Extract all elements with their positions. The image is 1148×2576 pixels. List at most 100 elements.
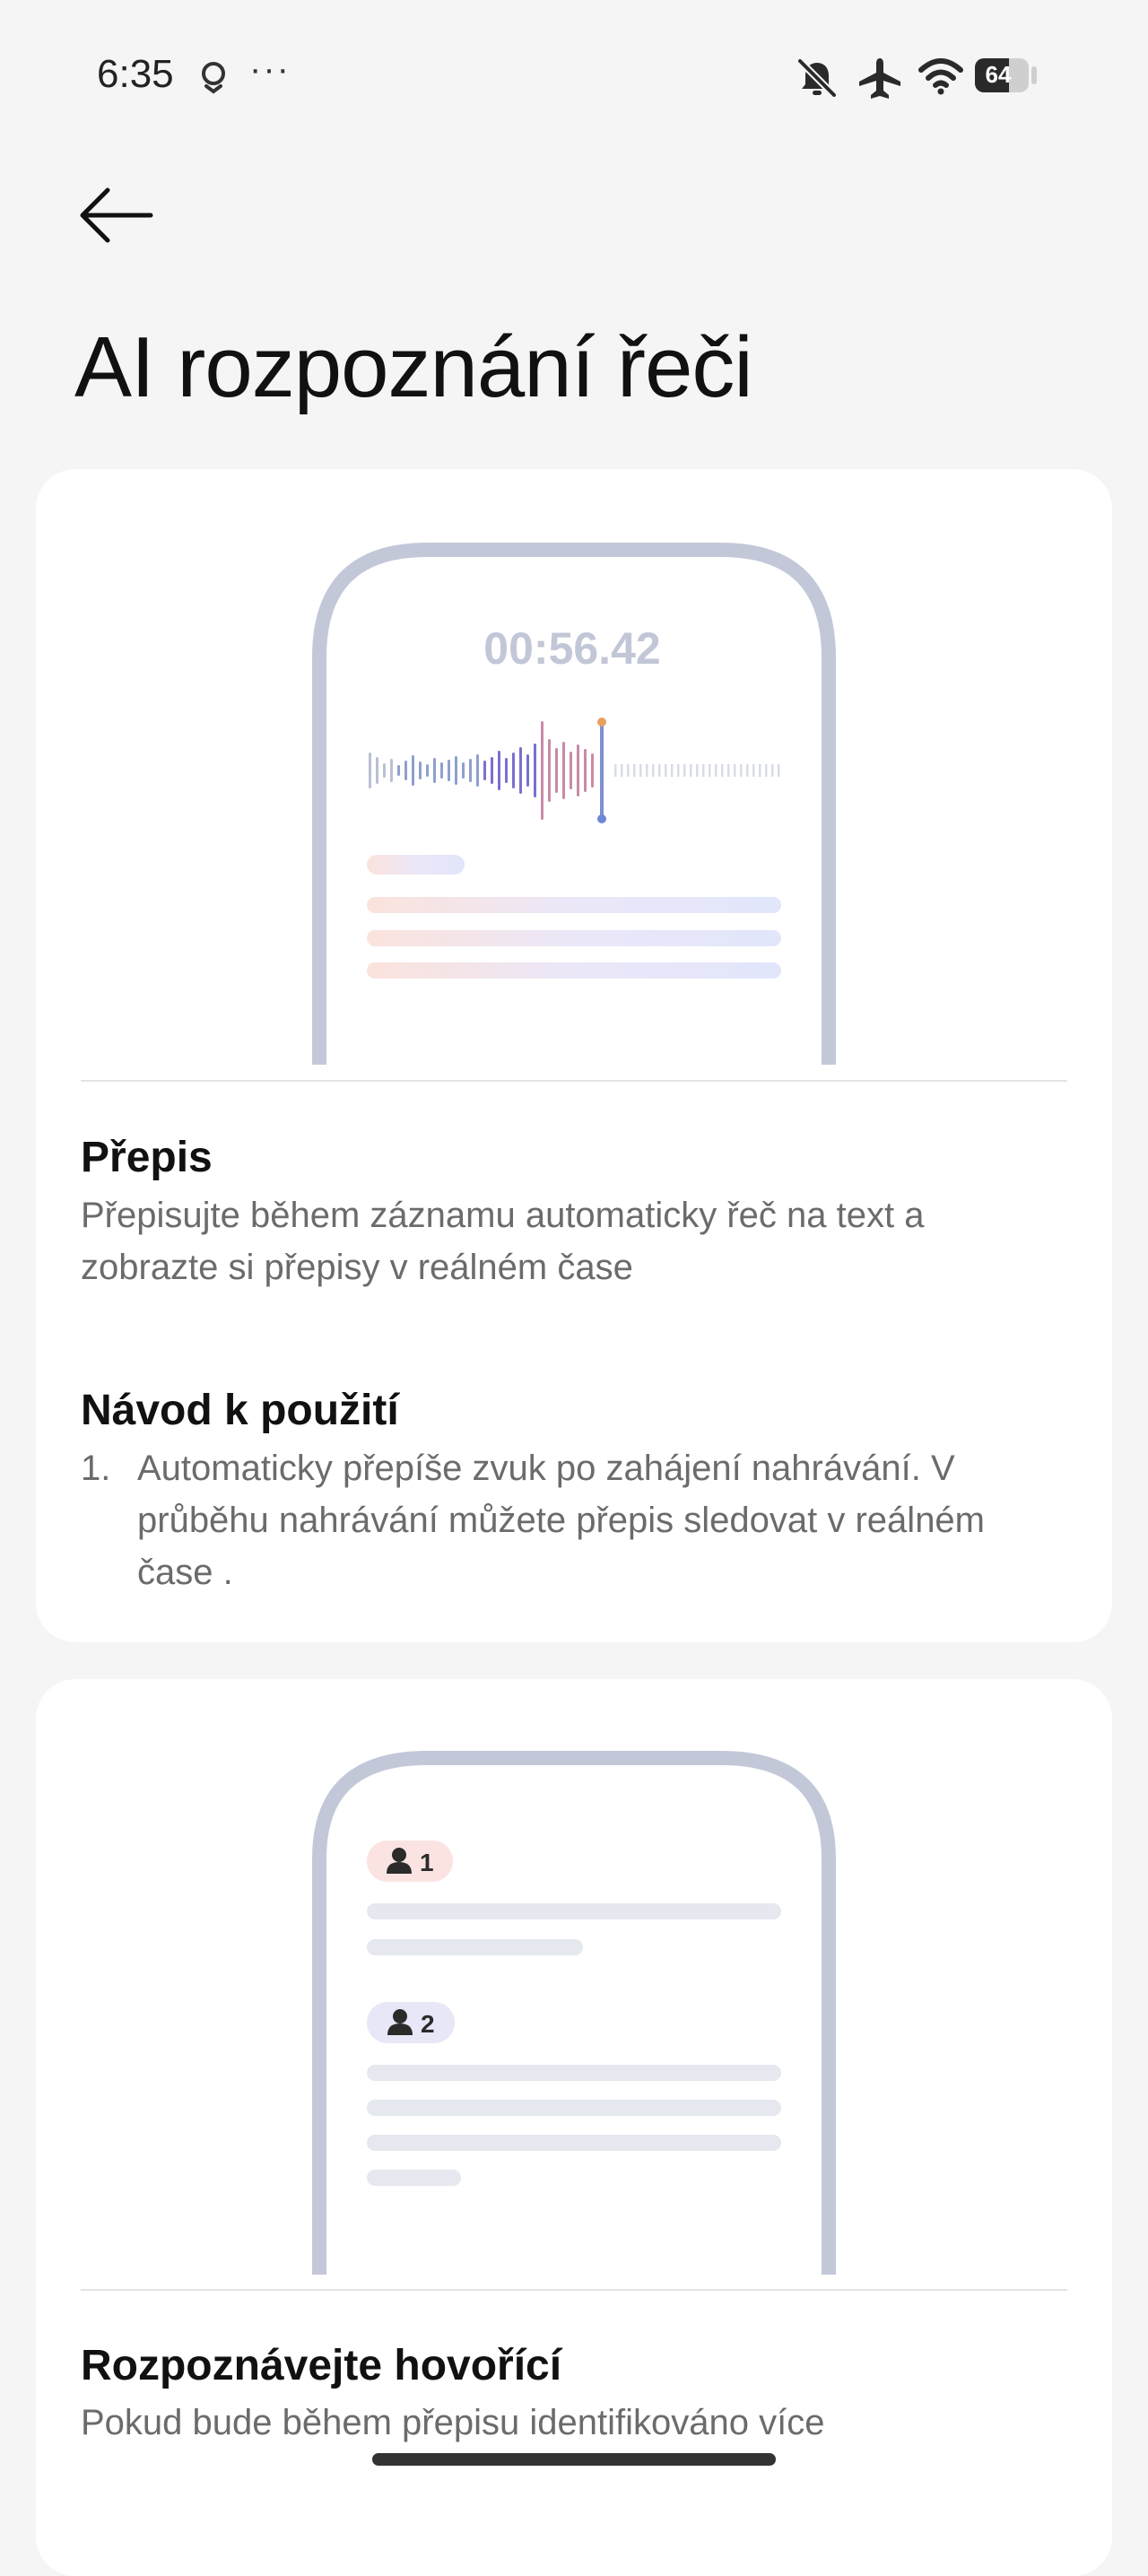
- speaker-2-chip: [367, 2002, 455, 2043]
- placeholder-line: [367, 2170, 461, 2186]
- waveform-future-bar: [627, 764, 630, 777]
- waveform-bar: [555, 748, 558, 793]
- speaker-1-chip: [367, 1841, 453, 1882]
- transcript-line-placeholder: [367, 962, 781, 979]
- waveform-future-bar: [734, 764, 736, 777]
- waveform-future-bar: [778, 764, 780, 777]
- waveform-bar: [433, 758, 436, 783]
- waveform-bar: [584, 749, 587, 792]
- waveform-future-bar: [646, 764, 648, 777]
- recording-timer: 00:56.42: [483, 623, 660, 674]
- waveform-future-bar: [677, 764, 680, 777]
- step-text: Automaticky přepíše zvuk po zahájení nah…: [137, 1449, 985, 1592]
- waveform-future-bar: [614, 764, 617, 777]
- step-number: 1.: [81, 1449, 111, 1488]
- airplane-icon: [859, 58, 900, 99]
- divider: [81, 1080, 1067, 1082]
- waveform-bar: [548, 739, 551, 802]
- status-time: 6:35: [97, 52, 174, 96]
- waveform-bar: [397, 765, 400, 776]
- waveform-future-bar: [702, 764, 705, 777]
- waveform-future-bar: [715, 764, 718, 777]
- waveform-bar: [512, 753, 515, 788]
- waveform-future-bar: [683, 764, 686, 777]
- waveform: [369, 718, 780, 823]
- placeholder-line: [367, 2100, 781, 2116]
- placeholder-line: [367, 1903, 781, 1919]
- waveform-bar: [426, 764, 429, 777]
- status-bar: 6:35 ··· 64: [0, 0, 1148, 152]
- waveform-bar: [404, 761, 407, 780]
- home-indicator[interactable]: [372, 2453, 776, 2466]
- waveform-bar: [519, 747, 522, 794]
- waveform-future-bar: [759, 764, 761, 777]
- battery-level: 64: [985, 61, 1012, 88]
- speaker-1-label: 1: [420, 1849, 434, 1876]
- speaker-recognition-card: 1 2 Rozpoznávejte hovořící Pokud bude bě…: [36, 1679, 1112, 2576]
- waveform-future-bar: [709, 764, 711, 777]
- section-title: Rozpoznávejte hovořící: [81, 2342, 562, 2389]
- speaker-2-label: 2: [421, 2010, 435, 2038]
- waveform-future-bar: [621, 764, 623, 777]
- waveform-bar: [591, 753, 594, 788]
- waveform-bar: [541, 721, 544, 820]
- page-title: AI rozpoznání řeči: [74, 319, 753, 415]
- waveform-bar: [390, 759, 393, 782]
- guide-title: Návod k použití: [81, 1387, 399, 1434]
- placeholder-line: [367, 2135, 781, 2151]
- waveform-bar: [383, 763, 386, 778]
- speaker-illustration: 1 2: [312, 1751, 836, 2275]
- waveform-bar: [526, 754, 529, 787]
- mute-bell-icon: [797, 58, 837, 98]
- waveform-bar: [483, 761, 486, 780]
- waveform-future-bar: [639, 764, 642, 777]
- battery-tip: [1031, 66, 1037, 84]
- divider: [81, 2289, 1067, 2291]
- waveform-bar: [369, 753, 371, 788]
- waveform-bar: [412, 755, 414, 786]
- section-description: Přepisujte během záznamu automaticky řeč…: [81, 1196, 925, 1287]
- arrow-left-icon[interactable]: [77, 184, 154, 247]
- waveform-bar: [419, 761, 422, 779]
- transcription-illustration: 00:56.42: [312, 543, 836, 1065]
- waveform-future-bar: [633, 764, 636, 777]
- waveform-bar: [476, 754, 479, 787]
- transcription-card: 00:56.42 Přepis Přepisujte během záznamu…: [36, 469, 1112, 1642]
- playhead-dot: [597, 814, 606, 823]
- waveform-bar: [505, 758, 508, 783]
- waveform-future-bar: [652, 764, 655, 777]
- waveform-future-bar: [690, 764, 692, 777]
- waveform-bar: [534, 744, 536, 797]
- waveform-future-bar: [740, 764, 743, 777]
- transcript-label-placeholder: [367, 855, 465, 875]
- waveform-bar: [491, 757, 493, 784]
- waveform-bar: [469, 759, 472, 782]
- placeholder-line: [367, 2065, 781, 2081]
- playhead-dot: [597, 718, 606, 727]
- wifi-icon: [918, 58, 963, 95]
- transcript-line-placeholder: [367, 930, 781, 946]
- waveform-bar: [455, 756, 457, 785]
- more-dots-icon: ···: [249, 49, 291, 89]
- waveform-future-bar: [665, 764, 667, 777]
- waveform-future-bar: [721, 764, 724, 777]
- placeholder-line: [367, 1939, 583, 1955]
- waveform-future-bar: [765, 764, 768, 777]
- waveform-future-bar: [658, 764, 661, 777]
- waveform-bar: [498, 751, 500, 790]
- waveform-future-bar: [771, 764, 774, 777]
- section-description: Pokud bude během přepisu identifikováno …: [81, 2403, 825, 2442]
- waveform-bar: [570, 752, 572, 789]
- waveform-bar: [376, 757, 378, 784]
- transcript-line-placeholder: [367, 897, 781, 913]
- waveform-bar: [448, 760, 450, 781]
- waveform-bar: [440, 762, 443, 779]
- section-title: Přepis: [81, 1134, 213, 1181]
- waveform-bar: [562, 742, 565, 799]
- waveform-future-bar: [696, 764, 699, 777]
- waveform-bar: [577, 744, 579, 796]
- location-ring-icon: [202, 62, 225, 94]
- waveform-future-bar: [671, 764, 674, 777]
- waveform-future-bar: [727, 764, 730, 777]
- battery-icon: 64: [975, 58, 1029, 92]
